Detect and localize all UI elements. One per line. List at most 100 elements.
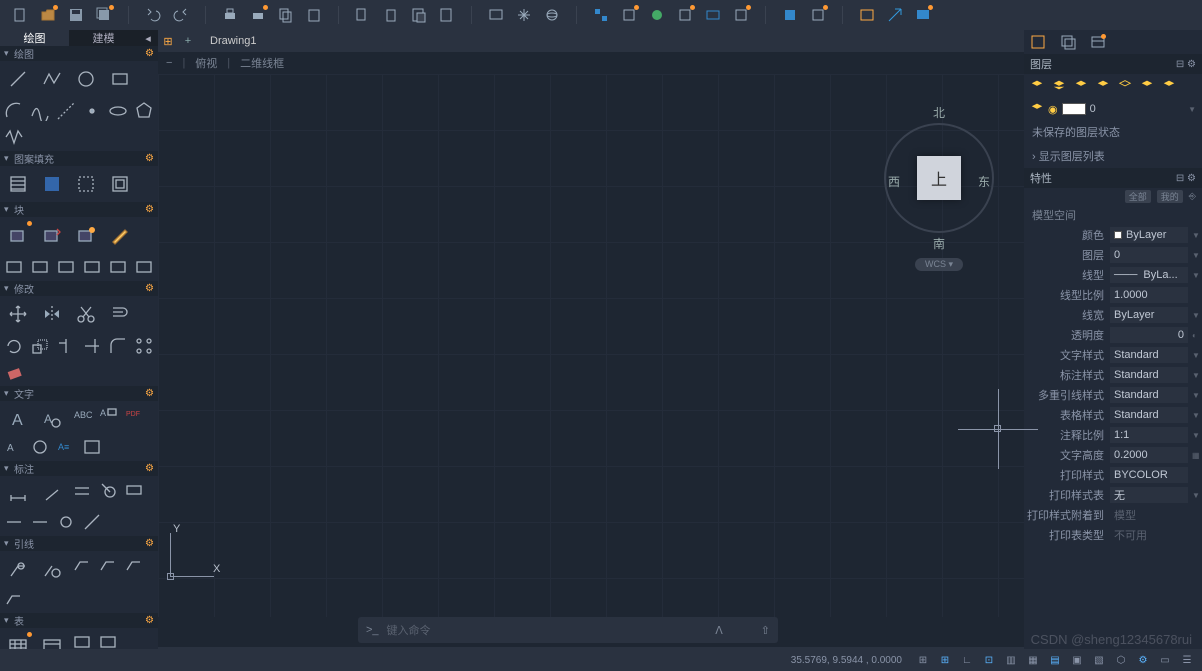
spellcheck-icon[interactable]: A xyxy=(98,405,118,425)
array-icon[interactable] xyxy=(134,336,154,356)
bulb-icon[interactable]: ◉ xyxy=(1048,103,1058,116)
filter-my[interactable]: 我的 xyxy=(1157,190,1183,203)
view-top[interactable]: 俯视 xyxy=(195,55,217,71)
lwt-icon[interactable]: ▦ xyxy=(1024,652,1042,668)
dimangular-icon[interactable] xyxy=(72,480,92,500)
block-out-icon[interactable] xyxy=(38,221,66,249)
app1-icon[interactable] xyxy=(780,5,800,25)
circle-icon[interactable] xyxy=(72,65,100,93)
attdef-icon[interactable] xyxy=(4,257,24,277)
layer-color-swatch[interactable] xyxy=(1062,103,1086,115)
pan-icon[interactable] xyxy=(514,5,534,25)
osnap-icon[interactable]: ⊡ xyxy=(980,652,998,668)
dim4-icon[interactable] xyxy=(82,512,102,532)
qp-icon[interactable]: ▣ xyxy=(1068,652,1086,668)
rtab3-icon[interactable] xyxy=(1090,34,1106,50)
copy-icon[interactable] xyxy=(276,5,296,25)
an-icon[interactable]: ⬡ xyxy=(1112,652,1130,668)
prop-plotstyle[interactable]: BYCOLOR xyxy=(1110,467,1188,483)
print-preview-icon[interactable] xyxy=(248,5,268,25)
layers-panel-head[interactable]: 图层⊟ ⚙ xyxy=(1024,54,1202,74)
view-2dwire[interactable]: 二维线框 xyxy=(240,55,284,71)
mtext-search-icon[interactable]: A xyxy=(38,405,66,433)
line-icon[interactable] xyxy=(4,65,32,93)
paste-icon[interactable] xyxy=(304,5,324,25)
prop-linetype[interactable]: ───ByLa... xyxy=(1110,267,1188,283)
close-icon[interactable]: ⊟ xyxy=(1176,173,1184,184)
snap-grid-icon[interactable]: ⊞ xyxy=(914,652,932,668)
polyline-icon[interactable] xyxy=(38,65,66,93)
dyn-icon[interactable]: ▤ xyxy=(1046,652,1064,668)
layer-name[interactable]: 0 xyxy=(1090,103,1096,115)
group-hatch-head[interactable]: ▾图案填充⚙ xyxy=(0,151,158,166)
group-modify-head[interactable]: ▾修改⚙ xyxy=(0,281,158,296)
group-leader-head[interactable]: ▾引线⚙ xyxy=(0,536,158,551)
group-draw-head[interactable]: ▾绘图⚙ xyxy=(0,46,158,61)
prop-plottable[interactable]: 无 xyxy=(1110,487,1188,503)
prop-lineweight[interactable]: ByLayer xyxy=(1110,307,1188,323)
redo-icon[interactable] xyxy=(171,5,191,25)
layer7-icon[interactable] xyxy=(1162,78,1178,94)
textstyle-icon[interactable]: ABC xyxy=(72,405,92,425)
block-insert-icon[interactable] xyxy=(4,221,32,249)
filter-all[interactable]: 全部 xyxy=(1125,190,1151,203)
tab-collapse-icon[interactable]: ◂ xyxy=(138,30,158,46)
dimradius-icon[interactable] xyxy=(98,480,118,500)
orbit-icon[interactable] xyxy=(542,5,562,25)
prop-mleader[interactable]: Standard xyxy=(1110,387,1188,403)
copyclip-icon[interactable] xyxy=(381,5,401,25)
attman-icon[interactable] xyxy=(56,257,76,277)
prop-layer[interactable]: 0 xyxy=(1110,247,1188,263)
layer6-icon[interactable] xyxy=(1140,78,1156,94)
mleader-icon[interactable] xyxy=(4,555,32,583)
cut-icon[interactable] xyxy=(353,5,373,25)
attedit-icon[interactable] xyxy=(30,257,50,277)
tablet-icon[interactable] xyxy=(486,5,506,25)
wcs-button[interactable]: WCS ▾ xyxy=(915,258,963,271)
dim3-icon[interactable] xyxy=(56,512,76,532)
offset-icon[interactable] xyxy=(106,300,134,328)
scale-icon[interactable] xyxy=(30,336,50,356)
blockbase-icon[interactable] xyxy=(108,257,128,277)
tool2-icon[interactable] xyxy=(619,5,639,25)
grid-icon[interactable]: ⊞ xyxy=(158,35,178,48)
t2-icon[interactable] xyxy=(30,437,50,457)
canvas[interactable]: 北 西 上 东 南 WCS ▾ Y X xyxy=(158,74,1024,617)
cmdline-pin-icon[interactable]: ᐱ xyxy=(715,624,723,637)
tab-model[interactable]: 建模 xyxy=(69,30,138,46)
viewcube-top[interactable]: 上 xyxy=(917,156,961,200)
block-edit-icon[interactable] xyxy=(106,221,134,249)
cut2-icon[interactable] xyxy=(72,300,100,328)
dimtol-icon[interactable] xyxy=(124,480,144,500)
picker-icon[interactable]: ⎆ xyxy=(1189,191,1196,202)
prop-annoscale[interactable]: 1:1 xyxy=(1110,427,1188,443)
layer3-icon[interactable] xyxy=(1074,78,1090,94)
window-icon[interactable] xyxy=(857,5,877,25)
polygon-icon[interactable] xyxy=(134,101,154,121)
dimlinear-icon[interactable] xyxy=(4,480,32,508)
prop-color[interactable]: ByLayer xyxy=(1110,227,1188,243)
menu-icon[interactable]: ☰ xyxy=(1178,652,1196,668)
dropdown-icon[interactable]: ▼ xyxy=(1188,105,1196,114)
saveall-icon[interactable] xyxy=(94,5,114,25)
otrack-icon[interactable]: ▥ xyxy=(1002,652,1020,668)
full-icon[interactable]: ▭ xyxy=(1156,652,1174,668)
hatch-icon[interactable] xyxy=(4,170,32,198)
layer2-icon[interactable] xyxy=(1052,78,1068,94)
rectangle-icon[interactable] xyxy=(106,65,134,93)
new-icon[interactable] xyxy=(10,5,30,25)
t3-icon[interactable]: A≡ xyxy=(56,437,76,457)
prop-transparency[interactable]: 0 xyxy=(1110,327,1188,343)
t4-icon[interactable] xyxy=(82,437,102,457)
app2-icon[interactable] xyxy=(808,5,828,25)
send-icon[interactable] xyxy=(885,5,905,25)
gradient-icon[interactable] xyxy=(38,170,66,198)
display-icon[interactable] xyxy=(913,5,933,25)
show-layer-list[interactable]: 显示图层列表 xyxy=(1024,144,1202,168)
undo-icon[interactable] xyxy=(143,5,163,25)
pasteclip-icon[interactable] xyxy=(409,5,429,25)
construction-icon[interactable] xyxy=(56,101,76,121)
group-block-head[interactable]: ▾块⚙ xyxy=(0,202,158,217)
viewcube[interactable]: 北 西 上 东 南 WCS ▾ xyxy=(874,104,1004,274)
collapse-icon[interactable]: − xyxy=(166,57,172,69)
